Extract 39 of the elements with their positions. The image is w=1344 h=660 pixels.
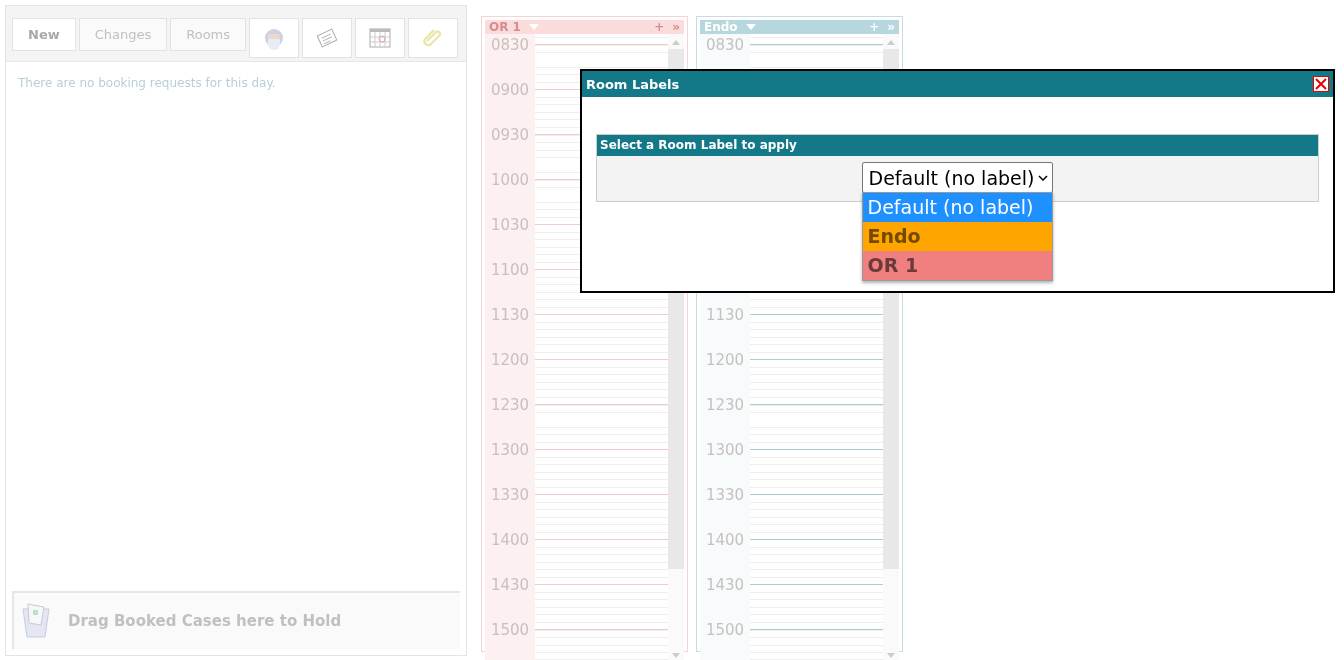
paperclip-button[interactable] (408, 18, 459, 58)
time-label: 1330 (704, 485, 746, 506)
add-button[interactable]: + (654, 20, 665, 34)
dropdown-option[interactable]: OR 1 (862, 251, 1053, 280)
hold-drop-zone[interactable]: Drag Booked Cases here to Hold (12, 591, 460, 649)
time-label: 1430 (704, 575, 746, 596)
time-label: 1400 (704, 530, 746, 551)
dropdown-option[interactable]: Endo (862, 222, 1053, 251)
room-name[interactable]: OR 1 (489, 20, 521, 34)
chevron-icon (1038, 174, 1049, 181)
scroll-down-icon (672, 653, 680, 658)
expand-button[interactable]: » (672, 20, 680, 34)
dropdown-option[interactable]: Default (no label) (862, 193, 1053, 222)
expand-button[interactable]: » (887, 20, 895, 34)
tab[interactable]: Changes (78, 18, 168, 51)
time-label: 1130 (704, 305, 746, 326)
calendar-icon (368, 26, 393, 50)
waste-bin-icon (20, 601, 52, 641)
time-label: 0830 (704, 35, 746, 56)
scroll-up-icon (672, 40, 680, 45)
scroll-up-icon (887, 40, 895, 45)
caret-icon (745, 24, 756, 30)
close-button[interactable] (1313, 76, 1329, 92)
empty-message: There are no booking requests for this day. (17, 75, 277, 92)
caret-icon (528, 24, 539, 30)
room-name[interactable]: Endo (704, 20, 738, 34)
time-label: 1230 (704, 395, 746, 416)
time-label: 1200 (704, 350, 746, 371)
dialog-title: Room Labels (586, 76, 680, 92)
close-icon (1315, 78, 1327, 90)
section-title: Select a Room Label to apply (600, 138, 797, 152)
time-label: 1300 (704, 440, 746, 461)
hold-label: Drag Booked Cases here to Hold (68, 612, 342, 630)
time-label: 1500 (704, 620, 746, 641)
tab[interactable]: New (12, 18, 76, 51)
scroll-down-icon (887, 653, 895, 658)
label-select[interactable]: Default (no label) (861, 162, 1054, 193)
tab[interactable]: Rooms (170, 18, 247, 51)
add-button[interactable]: + (869, 20, 880, 34)
